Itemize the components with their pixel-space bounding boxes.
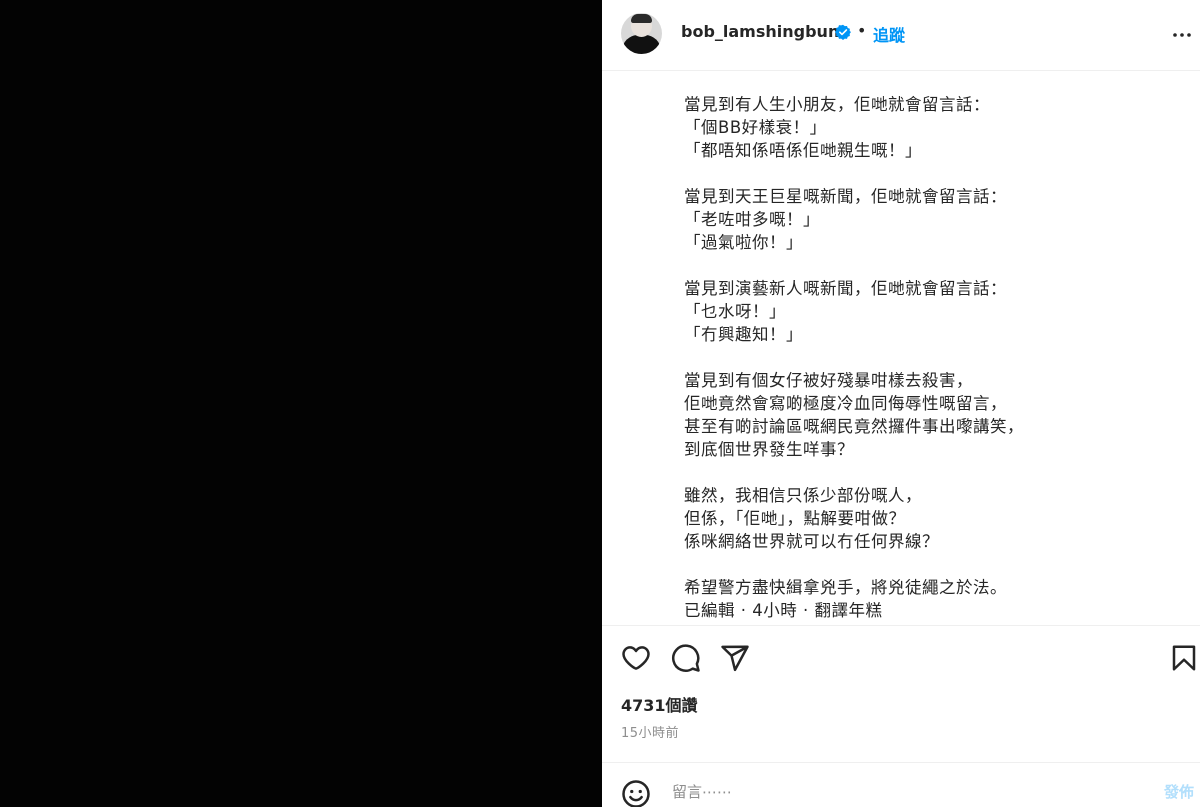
post-comment-button[interactable]: 發佈 <box>1164 781 1194 802</box>
post-side-panel: bob_lamshingbun • 追蹤 當見到有人生小朋友，佢哋就會留言話： … <box>602 0 1200 807</box>
post-header: bob_lamshingbun • 追蹤 <box>602 0 1200 71</box>
post-media <box>0 0 602 807</box>
comment-icon[interactable] <box>671 643 701 673</box>
caption-area[interactable]: 當見到有人生小朋友，佢哋就會留言話： 「個BB好樣衰！」 「都唔知係唔係佢哋親生… <box>602 72 1200 619</box>
verified-badge-icon <box>835 24 851 40</box>
avatar-hair <box>631 14 652 23</box>
separator-dot: • <box>857 21 867 40</box>
caption-text: 當見到有人生小朋友，佢哋就會留言話： 「個BB好樣衰！」 「都唔知係唔係佢哋親生… <box>684 95 1024 619</box>
post-time[interactable]: 15小時前 <box>621 722 679 741</box>
avatar-body <box>622 35 661 54</box>
likes-count[interactable]: 4731個讚 <box>621 692 698 716</box>
comment-bar: 發佈 <box>602 763 1200 807</box>
comment-input[interactable] <box>672 777 1142 807</box>
bookmark-icon[interactable] <box>1169 643 1199 673</box>
more-options-icon[interactable] <box>1170 23 1194 47</box>
emoji-icon[interactable] <box>621 779 651 807</box>
share-icon[interactable] <box>720 643 750 673</box>
heart-icon[interactable] <box>621 643 651 673</box>
avatar[interactable] <box>621 13 662 54</box>
follow-button[interactable]: 追蹤 <box>873 22 905 46</box>
action-bar <box>602 626 1200 686</box>
username-link[interactable]: bob_lamshingbun <box>681 22 839 41</box>
